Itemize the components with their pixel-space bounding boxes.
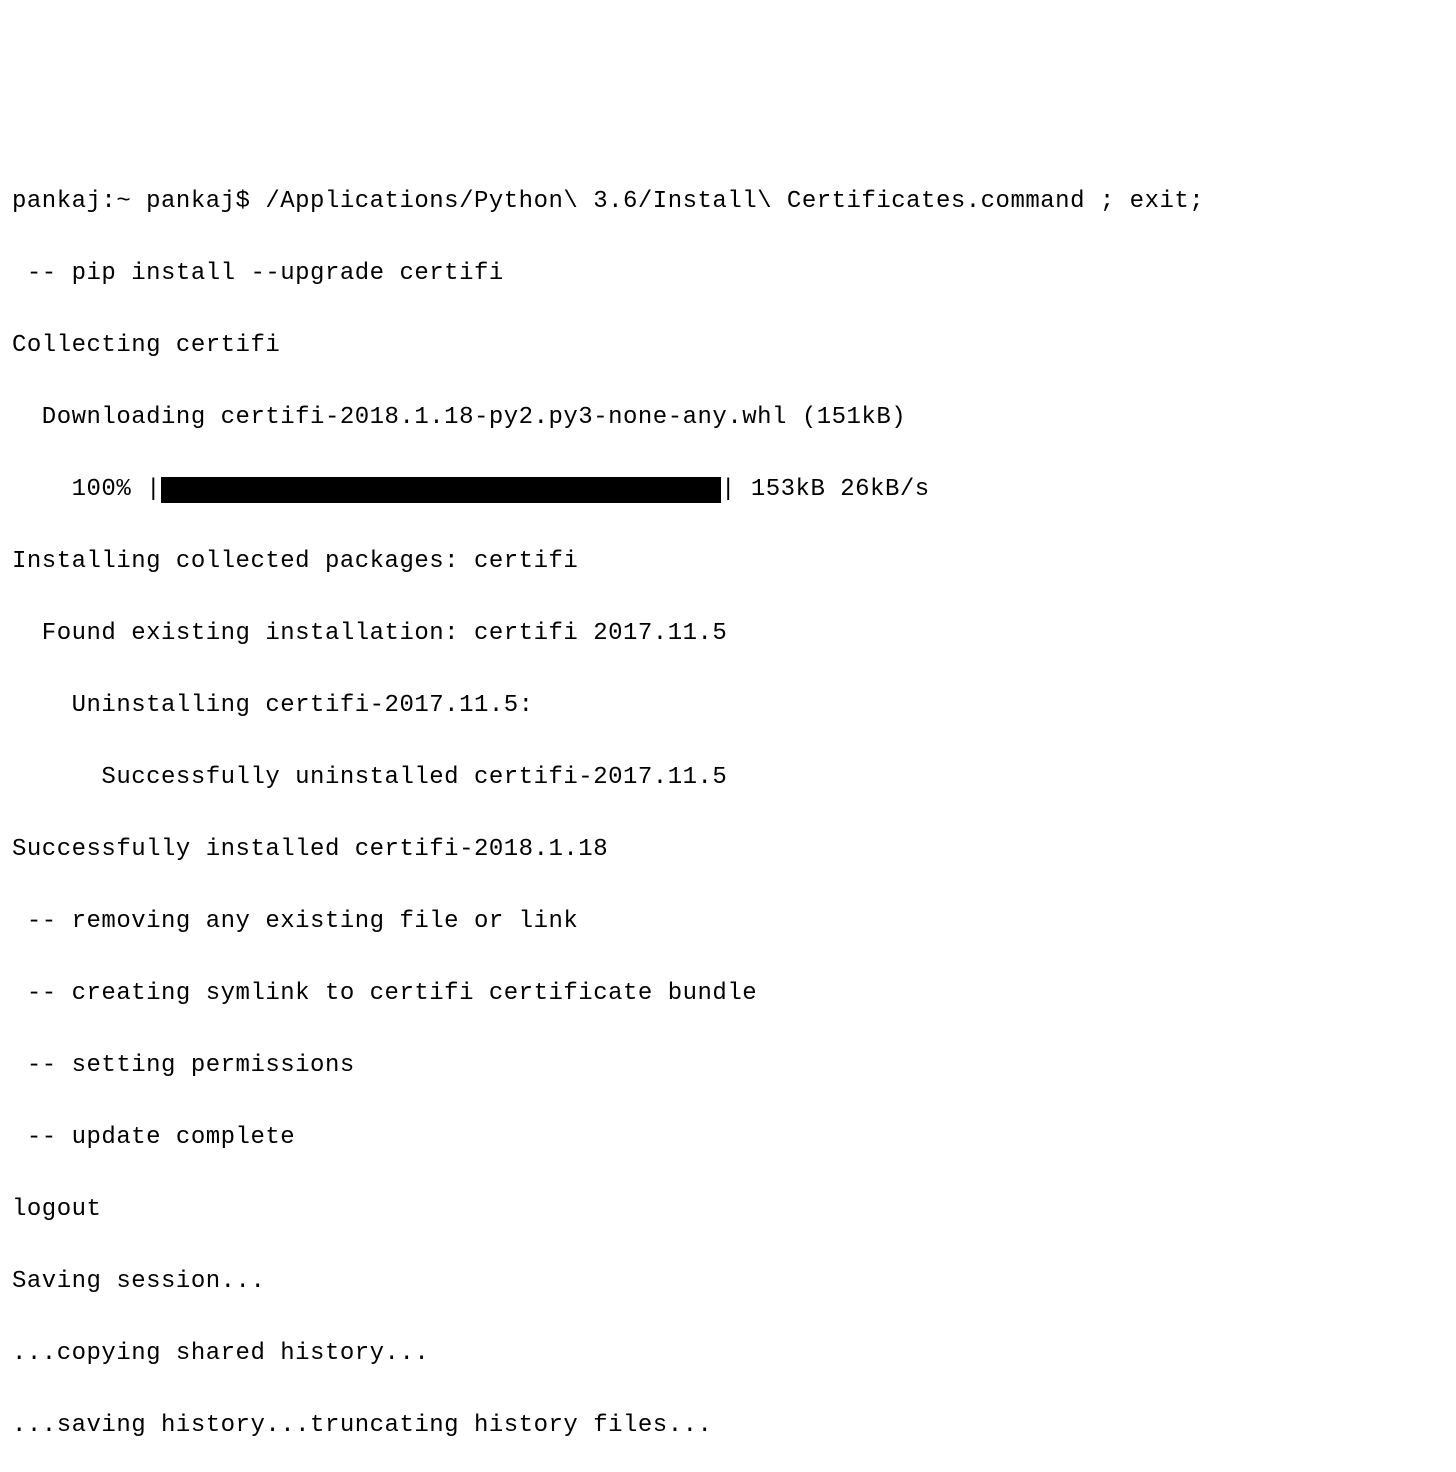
terminal-line: Downloading certifi-2018.1.18-py2.py3-no…: [12, 400, 1444, 436]
progress-speed: | 153kB 26kB/s: [721, 476, 945, 503]
terminal-line: -- pip install --upgrade certifi: [12, 256, 1444, 292]
terminal-line: -- creating symlink to certifi certifica…: [12, 976, 1444, 1012]
progress-bar-icon: [161, 477, 721, 503]
terminal-line: -- removing any existing file or link: [12, 904, 1444, 940]
terminal-line: pankaj:~ pankaj$ /Applications/Python\ 3…: [12, 184, 1444, 220]
terminal-output[interactable]: pankaj:~ pankaj$ /Applications/Python\ 3…: [12, 148, 1444, 1472]
terminal-line: Found existing installation: certifi 201…: [12, 616, 1444, 652]
terminal-line: ...copying shared history...: [12, 1336, 1444, 1372]
terminal-line: Successfully uninstalled certifi-2017.11…: [12, 760, 1444, 796]
terminal-line: Collecting certifi: [12, 328, 1444, 364]
progress-percent: 100% |: [12, 476, 161, 503]
terminal-line: Successfully installed certifi-2018.1.18: [12, 832, 1444, 868]
terminal-line: logout: [12, 1192, 1444, 1228]
terminal-line: Uninstalling certifi-2017.11.5:: [12, 688, 1444, 724]
terminal-line: ...saving history...truncating history f…: [12, 1408, 1444, 1444]
terminal-line: -- update complete: [12, 1120, 1444, 1156]
terminal-line-progress: 100% | | 153kB 26kB/s: [12, 472, 1444, 508]
terminal-line: Saving session...: [12, 1264, 1444, 1300]
terminal-line: Installing collected packages: certifi: [12, 544, 1444, 580]
terminal-line: -- setting permissions: [12, 1048, 1444, 1084]
